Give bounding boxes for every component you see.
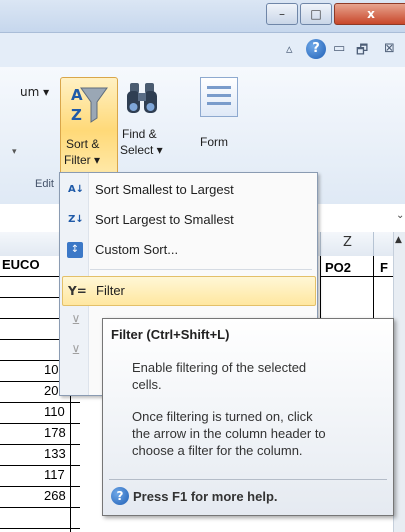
grid-line [0, 339, 60, 340]
ribbon-tab-row: ▵ ? ▭ 🗗 ⊠ [0, 33, 405, 67]
window-title-bar: – □ x [0, 0, 405, 33]
table-cell[interactable]: 178 [44, 425, 66, 440]
grid-line [320, 276, 393, 277]
maximize-icon: □ [310, 7, 322, 21]
grid-line [0, 318, 60, 319]
sort-filter-button[interactable]: A Z Sort & Filter ▾ [60, 77, 118, 175]
tooltip-text-line: the arrow in the column header to [132, 426, 326, 441]
menu-item-filter[interactable]: Y= Filter [62, 276, 316, 306]
grid-line [0, 507, 80, 508]
tooltip-text-line: Once filtering is turned on, click [132, 409, 313, 424]
reapply-filter-icon: ⊻ [71, 343, 81, 357]
sort-descending-icon: Z↓ [68, 214, 84, 225]
table-cell[interactable]: 117 [44, 467, 65, 482]
svg-text:Z: Z [71, 106, 82, 124]
filter-tooltip: Filter (Ctrl+Shift+L) Enable filtering o… [102, 318, 394, 516]
clear-filter-icon: ⊻ [71, 313, 81, 327]
tooltip-help-text: Press F1 for more help. [133, 489, 278, 504]
binoculars-icon [124, 79, 160, 119]
workbook-close-icon[interactable]: ⊠ [384, 41, 395, 56]
header-cell-f[interactable]: F [380, 260, 388, 275]
sort-filter-icon: A Z [69, 84, 109, 128]
grid-line [0, 276, 60, 277]
table-cell[interactable]: 268 [44, 488, 66, 503]
help-button[interactable]: ? [306, 39, 326, 59]
minimize-icon: – [279, 7, 285, 21]
tooltip-text-line: cells. [132, 377, 162, 392]
sort-ascending-icon: A↓ [67, 184, 85, 195]
menu-item-sort-ascending[interactable]: A↓ Sort Smallest to Largest [62, 176, 314, 204]
expand-formula-bar-icon[interactable]: ⌄ [396, 210, 404, 221]
custom-sort-icon: ↕ [67, 242, 83, 258]
workbook-restore-icon[interactable]: 🗗 [356, 41, 368, 63]
window-minimize-button[interactable]: – [266, 3, 298, 25]
scroll-up-icon[interactable]: ▲ [395, 235, 402, 245]
window-close-button[interactable]: x [334, 3, 405, 25]
grid-line [0, 465, 80, 466]
tooltip-title: Filter (Ctrl+Shift+L) [111, 327, 230, 342]
collapse-ribbon-icon[interactable]: ▵ [286, 42, 293, 57]
header-cell-euc[interactable]: EUCO [2, 257, 40, 272]
table-cell[interactable]: 133 [44, 446, 66, 461]
window-maximize-button[interactable]: □ [300, 3, 332, 25]
grid-column-line [373, 256, 374, 318]
menu-item-custom-sort[interactable]: ↕ Custom Sort... [62, 236, 314, 264]
header-cell-po2[interactable]: PO2 [325, 260, 351, 275]
grid-line [0, 423, 80, 424]
grid-line [0, 297, 60, 298]
column-header-z[interactable]: Z [320, 232, 374, 256]
tooltip-separator [109, 479, 387, 480]
form-icon [200, 77, 238, 117]
autosum-partial-label[interactable]: um ▾ [20, 85, 49, 99]
workbook-minimize-icon[interactable]: ▭ [333, 41, 345, 56]
vertical-scrollbar[interactable]: ▲ [393, 232, 405, 532]
help-icon: ? [111, 487, 129, 505]
menu-item-sort-descending[interactable]: Z↓ Sort Largest to Smallest [62, 206, 314, 234]
grid-line [0, 402, 80, 403]
grid-line [0, 486, 80, 487]
filter-icon: Y= [68, 284, 87, 298]
grid-column-line [320, 256, 321, 318]
help-icon: ? [312, 41, 320, 56]
grid-line [0, 360, 60, 361]
dropdown-arrow-icon[interactable]: ▾ [12, 147, 17, 157]
close-icon: x [367, 7, 375, 21]
grid-line [0, 528, 80, 529]
table-cell[interactable]: 110 [44, 404, 65, 419]
grid-line [0, 444, 80, 445]
menu-separator [90, 269, 312, 270]
tooltip-text-line: Enable filtering of the selected [132, 360, 307, 375]
tooltip-text-line: choose a filter for the column. [132, 443, 303, 458]
editing-group-label: Edit [35, 178, 54, 190]
